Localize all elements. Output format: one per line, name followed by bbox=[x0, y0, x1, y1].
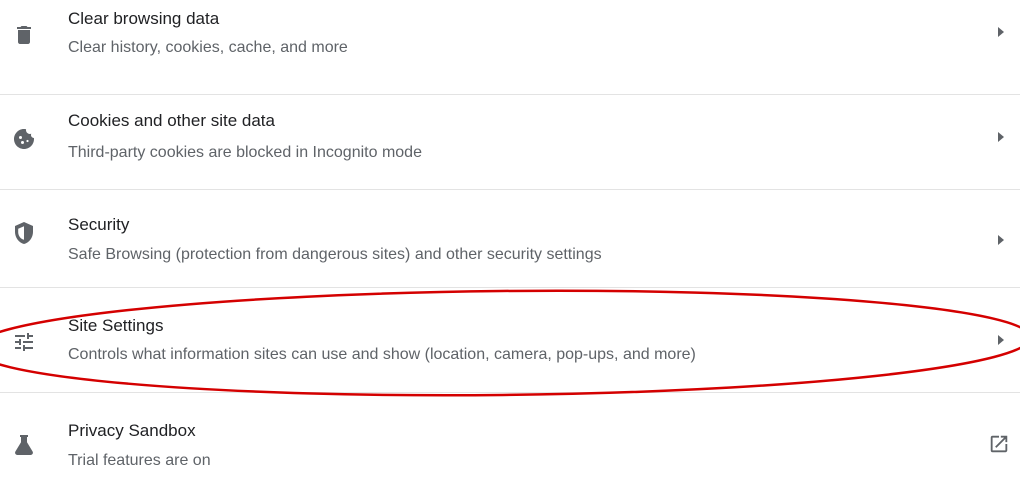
row-title: Cookies and other site data bbox=[68, 111, 275, 130]
arrow-right-icon[interactable] bbox=[996, 26, 1006, 38]
row-subtitle: Trial features are on bbox=[68, 452, 211, 469]
external-link-icon[interactable] bbox=[988, 433, 1010, 455]
row-title: Clear browsing data bbox=[68, 9, 220, 28]
row-title: Site Settings bbox=[68, 316, 164, 335]
row-title: Security bbox=[68, 215, 130, 234]
row-title: Privacy Sandbox bbox=[68, 421, 196, 440]
cookies-row[interactable]: Cookies and other site data Third-party … bbox=[0, 95, 1020, 189]
privacy-security-list: Clear browsing data Clear history, cooki… bbox=[0, 0, 1020, 473]
shield-icon bbox=[12, 221, 36, 245]
row-subtitle: Third-party cookies are blocked in Incog… bbox=[68, 144, 422, 161]
flask-icon bbox=[12, 433, 36, 457]
site-settings-row[interactable]: Site Settings Controls what information … bbox=[0, 288, 1020, 382]
arrow-right-icon[interactable] bbox=[996, 234, 1006, 246]
arrow-right-icon[interactable] bbox=[996, 131, 1006, 143]
cookie-icon bbox=[12, 127, 36, 151]
trash-icon bbox=[12, 23, 36, 47]
row-subtitle: Clear history, cookies, cache, and more bbox=[68, 39, 348, 56]
security-row[interactable]: Security Safe Browsing (protection from … bbox=[0, 190, 1020, 284]
row-subtitle: Controls what information sites can use … bbox=[68, 346, 696, 363]
clear-browsing-data-row[interactable]: Clear browsing data Clear history, cooki… bbox=[0, 0, 1020, 94]
arrow-right-icon[interactable] bbox=[996, 334, 1006, 346]
row-subtitle: Safe Browsing (protection from dangerous… bbox=[68, 246, 602, 263]
sliders-icon bbox=[12, 330, 36, 354]
